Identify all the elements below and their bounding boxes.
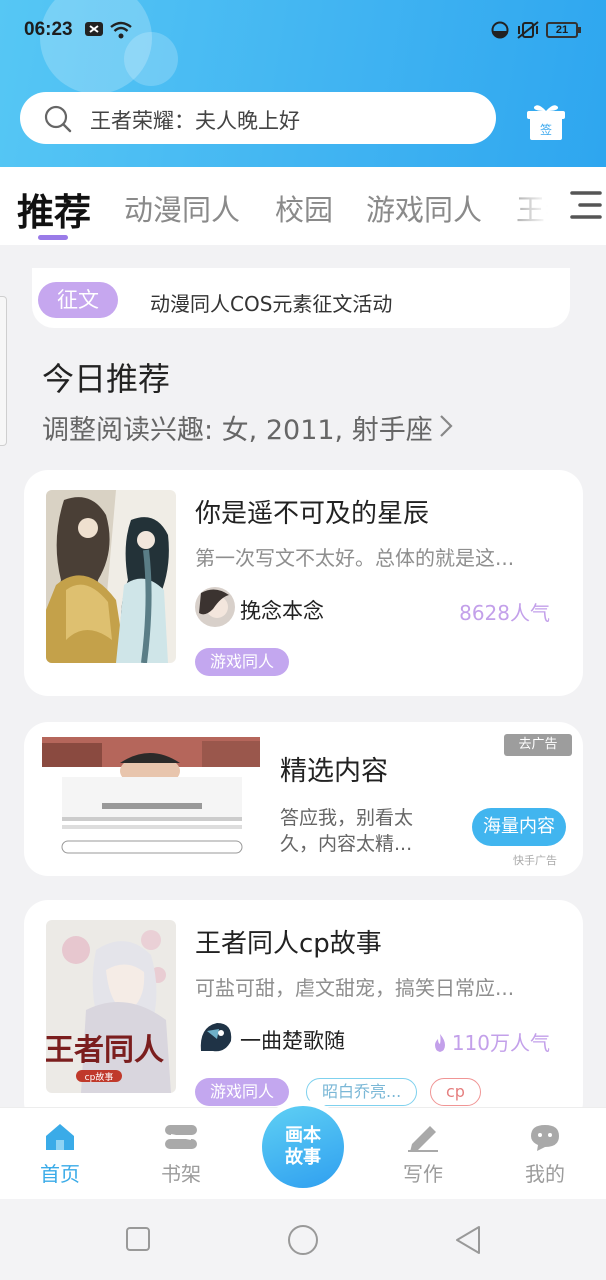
book-description: 第一次写文不太好。总体的就是这...: [195, 546, 515, 570]
tab-campus[interactable]: 校园: [275, 187, 333, 229]
vibrate-mute-icon: [517, 21, 539, 39]
search-bar[interactable]: 王者荣耀：夫人晚上好: [20, 92, 496, 144]
interest-settings-link[interactable]: 调整阅读兴趣: 女, 2011, 射手座: [42, 408, 433, 447]
nav-home-label: 首页: [40, 1162, 80, 1186]
sign-in-gift-icon[interactable]: 签: [524, 102, 568, 142]
popularity-count: 8628人气: [459, 601, 550, 625]
popularity-value: 110万人气: [451, 1031, 550, 1055]
book-description: 可盐可甜，虐文甜宠，搞笑日常应...: [195, 976, 515, 1000]
ad-title: 精选内容: [280, 756, 388, 787]
ad-description: 答应我，别看太久，内容太精...: [280, 807, 414, 855]
back-icon[interactable]: [454, 1225, 482, 1255]
pen-icon: [408, 1126, 438, 1152]
top-header: 06:23 21 王者荣耀：夫人晚上好 签: [0, 0, 606, 167]
cover-title: 王者同人: [46, 1033, 164, 1068]
home-icon: [46, 1124, 74, 1150]
avatar: [195, 587, 235, 627]
tab-game-fanfic[interactable]: 游戏同人: [366, 187, 482, 229]
nav-bookshelf[interactable]: 书架: [141, 1122, 221, 1187]
book-tag[interactable]: 昭白乔亮...: [306, 1078, 418, 1106]
book-card[interactable]: 你是遥不可及的星辰 第一次写文不太好。总体的就是这... 挽念本念 8628人气…: [24, 470, 583, 696]
center-line1: 画本: [285, 1125, 321, 1146]
tab-anime-fanfic[interactable]: 动漫同人: [124, 187, 240, 229]
nav-write-label: 写作: [403, 1162, 443, 1186]
category-tabs: 推荐 动漫同人 校园 游戏同人 王者: [0, 167, 606, 245]
contest-tag: 征文: [38, 282, 118, 318]
book-tag[interactable]: cp: [430, 1078, 481, 1106]
cover-illustration: 王者同人 cp故事: [46, 920, 176, 1093]
book-tag[interactable]: 游戏同人: [195, 1078, 290, 1106]
cover-illustration: [46, 490, 176, 663]
remove-ad-button[interactable]: 去广告: [504, 734, 572, 756]
contest-text: 动漫同人COS元素征文活动: [150, 292, 393, 316]
ad-image: [42, 737, 260, 857]
nav-profile-label: 我的: [525, 1162, 565, 1186]
ad-cta-button[interactable]: 海量内容: [472, 808, 566, 846]
search-placeholder: 王者荣耀：夫人晚上好: [90, 109, 300, 133]
tab-recommend[interactable]: 推荐: [17, 182, 91, 236]
category-menu-icon[interactable]: [570, 188, 602, 222]
status-time: 06:23: [24, 19, 73, 40]
ad-card[interactable]: 精选内容 答应我，别看太久，内容太精... 去广告 海量内容 快手广告: [24, 722, 583, 876]
book-cover: [46, 490, 176, 663]
center-line2: 故事: [285, 1147, 321, 1168]
popularity-count: 110万人气: [432, 1027, 550, 1056]
avatar: [195, 1017, 235, 1057]
ad-source: 快手广告: [513, 854, 557, 867]
book-title: 王者同人cp故事: [195, 929, 382, 959]
book-cover: 王者同人 cp故事: [46, 920, 176, 1093]
flame-icon: [434, 1034, 445, 1052]
gift-label: 签: [540, 122, 552, 137]
tab-indicator: [38, 235, 68, 240]
section-title: 今日推荐: [42, 360, 171, 398]
cover-subtitle: cp故事: [85, 1071, 114, 1083]
nav-write[interactable]: 写作: [383, 1122, 463, 1187]
book-card[interactable]: 王者同人 cp故事 王者同人cp故事 可盐可甜，虐文甜宠，搞笑日常应... 一曲…: [24, 900, 583, 1126]
nav-home[interactable]: 首页: [20, 1122, 100, 1187]
author-name: 一曲楚歌随: [240, 1029, 345, 1053]
chevron-right-icon: [440, 415, 453, 437]
search-icon: [44, 105, 72, 133]
book-tag[interactable]: 游戏同人: [195, 648, 290, 676]
nav-bookshelf-label: 书架: [161, 1162, 201, 1186]
create-story-button[interactable]: 画本 故事: [262, 1106, 344, 1188]
recent-apps-icon[interactable]: [126, 1227, 150, 1251]
book-title: 你是遥不可及的星辰: [195, 499, 430, 529]
side-drawer-handle[interactable]: [0, 296, 7, 446]
status-bar: 06:23 21: [0, 0, 606, 62]
battery-indicator: 21: [546, 22, 581, 38]
chat-bubble-icon: [531, 1125, 559, 1151]
notification-icon: [85, 22, 103, 36]
wifi-icon: [110, 21, 132, 39]
home-circle-icon[interactable]: [287, 1224, 319, 1256]
system-navigation-bar: [0, 1199, 606, 1280]
bookshelf-icon: [165, 1125, 197, 1149]
data-saver-icon: [491, 21, 509, 39]
nav-profile[interactable]: 我的: [505, 1122, 585, 1187]
contest-banner[interactable]: 征文 动漫同人COS元素征文活动: [32, 268, 570, 328]
author-name: 挽念本念: [240, 599, 324, 623]
